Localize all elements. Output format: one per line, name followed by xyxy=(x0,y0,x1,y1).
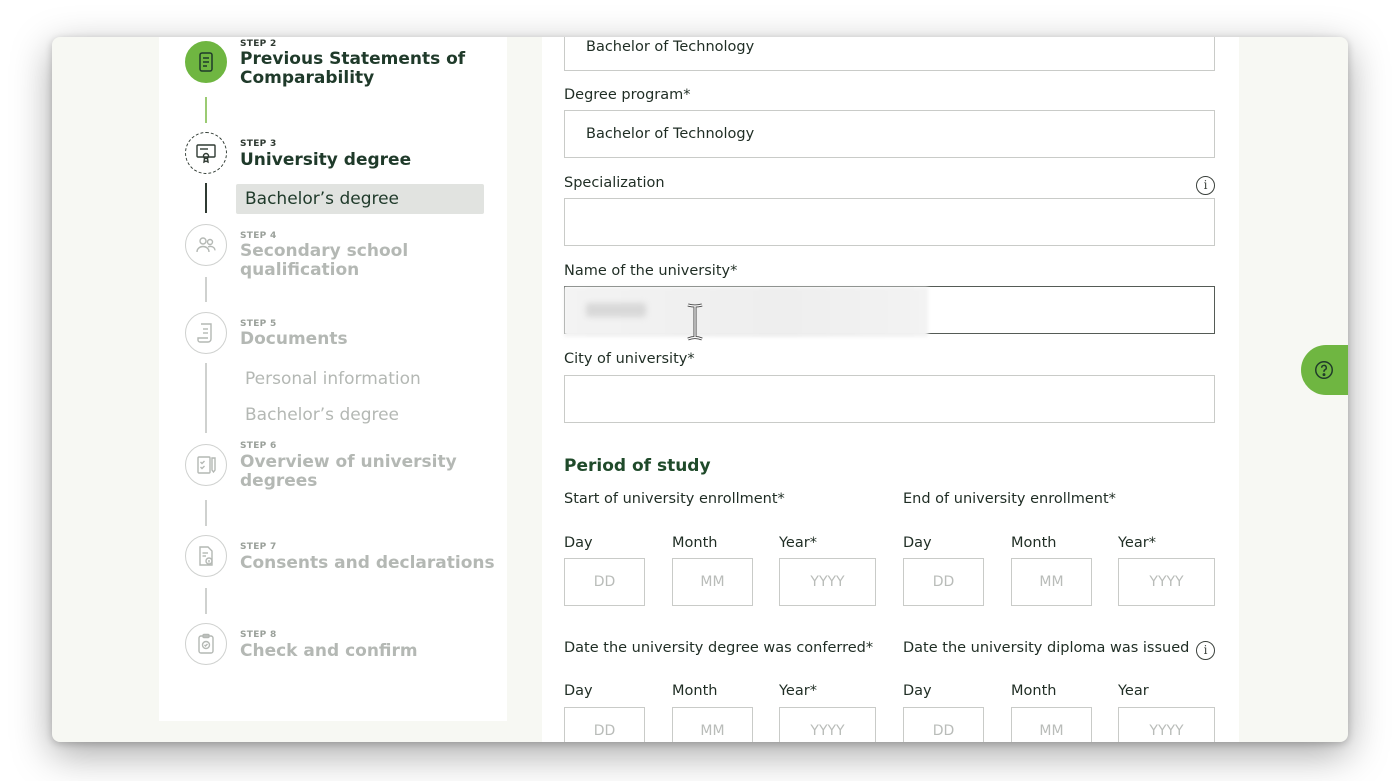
info-icon[interactable]: i xyxy=(1196,641,1215,660)
step-connector xyxy=(205,97,207,123)
year-label: Year* xyxy=(779,683,817,699)
step-number: STEP 8 xyxy=(240,630,277,640)
degree-program-label: Degree program* xyxy=(564,87,691,103)
scroll-document-icon xyxy=(185,312,227,354)
substep-bachelors-degree[interactable]: Bachelor’s degree xyxy=(236,184,484,214)
end-enrollment-label: End of university enrollment* xyxy=(903,491,1116,507)
step-number: STEP 6 xyxy=(240,441,277,451)
conferred-day-input[interactable] xyxy=(564,707,645,742)
year-label: Year* xyxy=(1118,535,1156,551)
university-city-label: City of university* xyxy=(564,351,695,367)
step-title[interactable]: Secondary school qualification xyxy=(240,242,507,280)
step-connector xyxy=(205,363,207,433)
substep-personal-information[interactable]: Personal information xyxy=(236,364,484,394)
text-cursor-icon xyxy=(687,303,703,341)
step-connector xyxy=(205,183,207,213)
step-number: STEP 3 xyxy=(240,139,277,149)
step-title[interactable]: Documents xyxy=(240,330,348,349)
day-label: Day xyxy=(903,683,932,699)
degree-type-field[interactable] xyxy=(564,37,1215,71)
day-label: Day xyxy=(903,535,932,551)
month-label: Month xyxy=(1011,683,1057,699)
blurred-suggestion-text xyxy=(586,303,646,317)
day-label: Day xyxy=(564,683,593,699)
progress-stepper: STEP 2 Previous Statements of Comparabil… xyxy=(159,37,507,721)
degree-form: Degree program* Specialization i Name of… xyxy=(542,37,1239,742)
step-title[interactable]: Overview of university degrees xyxy=(240,453,457,491)
university-city-field[interactable] xyxy=(564,375,1215,423)
step-title[interactable]: Previous Statements of Comparability xyxy=(240,50,465,88)
step-title-line: Comparability xyxy=(240,68,375,88)
step-number: STEP 4 xyxy=(240,231,277,241)
end-month-input[interactable] xyxy=(1011,558,1092,606)
start-month-input[interactable] xyxy=(672,558,753,606)
certificate-icon xyxy=(185,132,227,174)
step-connector xyxy=(205,500,207,526)
step-number: STEP 5 xyxy=(240,319,277,329)
substep-bachelors-degree-docs[interactable]: Bachelor’s degree xyxy=(236,400,484,430)
document-info-icon xyxy=(185,535,227,577)
university-name-label: Name of the university* xyxy=(564,263,738,279)
month-label: Month xyxy=(672,535,718,551)
degree-program-field[interactable] xyxy=(564,110,1215,158)
end-day-input[interactable] xyxy=(903,558,984,606)
issued-year-input[interactable] xyxy=(1118,707,1215,742)
specialization-field[interactable] xyxy=(564,198,1215,246)
year-label: Year* xyxy=(779,535,817,551)
month-label: Month xyxy=(1011,535,1057,551)
help-question-icon xyxy=(1315,361,1333,379)
issued-day-input[interactable] xyxy=(903,707,984,742)
issued-month-input[interactable] xyxy=(1011,707,1092,742)
step-title-line: degrees xyxy=(240,471,318,491)
people-icon xyxy=(185,224,227,266)
step-title[interactable]: University degree xyxy=(240,151,411,170)
document-check-icon xyxy=(185,41,227,83)
end-year-input[interactable] xyxy=(1118,558,1215,606)
start-enrollment-label: Start of university enrollment* xyxy=(564,491,785,507)
period-of-study-heading: Period of study xyxy=(564,456,711,476)
diploma-issued-label: Date the university diploma was issued xyxy=(903,640,1190,656)
start-year-input[interactable] xyxy=(779,558,876,606)
step-title-line: Overview of university xyxy=(240,452,457,472)
start-day-input[interactable] xyxy=(564,558,645,606)
step-connector xyxy=(205,277,207,302)
year-label: Year xyxy=(1118,683,1149,699)
step-number: STEP 7 xyxy=(240,542,277,552)
step-title[interactable]: Check and confirm xyxy=(240,642,418,661)
step-number: STEP 2 xyxy=(240,39,277,49)
conferred-year-input[interactable] xyxy=(779,707,876,742)
specialization-label: Specialization xyxy=(564,175,665,191)
step-title-line: Previous Statements of xyxy=(240,49,466,69)
clipboard-check-icon xyxy=(185,623,227,665)
info-icon[interactable]: i xyxy=(1196,176,1215,195)
checklist-pen-icon xyxy=(185,444,227,486)
app-window: STEP 2 Previous Statements of Comparabil… xyxy=(52,37,1348,742)
degree-conferred-label: Date the university degree was conferred… xyxy=(564,640,874,656)
conferred-month-input[interactable] xyxy=(672,707,753,742)
help-button[interactable] xyxy=(1301,345,1348,395)
step-title[interactable]: Consents and declarations xyxy=(240,554,495,573)
month-label: Month xyxy=(672,683,718,699)
day-label: Day xyxy=(564,535,593,551)
step-connector xyxy=(205,588,207,614)
